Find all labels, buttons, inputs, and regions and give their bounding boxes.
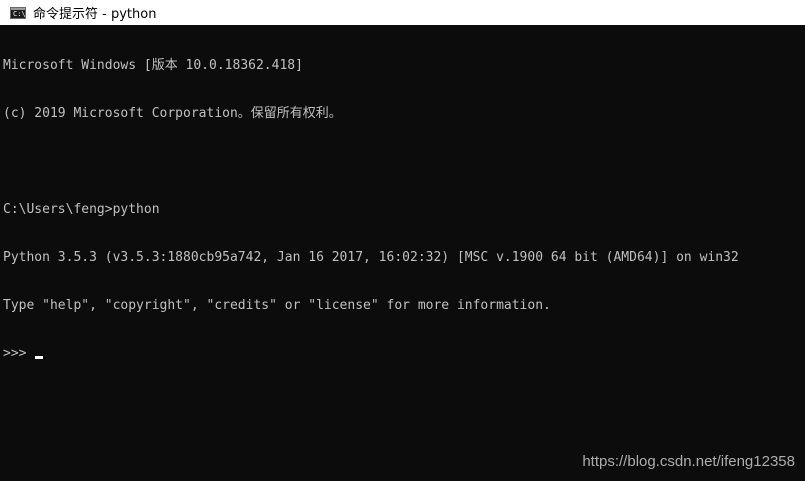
console-line: (c) 2019 Microsoft Corporation。保留所有权利。 [3,106,342,121]
console-line: Microsoft Windows [版本 10.0.18362.418] [3,58,303,73]
console-line: Type "help", "copyright", "credits" or "… [3,298,551,313]
window-title: 命令提示符 - python [33,7,157,22]
watermark: https://blog.csdn.net/ifeng12358 [582,453,795,470]
console-output[interactable]: Microsoft Windows [版本 10.0.18362.418] (c… [3,26,803,466]
text-cursor [35,356,44,359]
console-line: C:\Users\feng>python [3,202,160,217]
python-prompt: >>> [3,346,35,361]
cmd-icon[interactable]: C:\ [10,6,26,19]
cmd-window: C:\ 命令提示符 - python Microsoft Windows [版本… [0,0,805,481]
prompt-line[interactable]: >>> [3,346,803,362]
title-bar[interactable]: C:\ 命令提示符 - python [0,0,805,25]
console-line: Python 3.5.3 (v3.5.3:1880cb95a742, Jan 1… [3,250,739,265]
